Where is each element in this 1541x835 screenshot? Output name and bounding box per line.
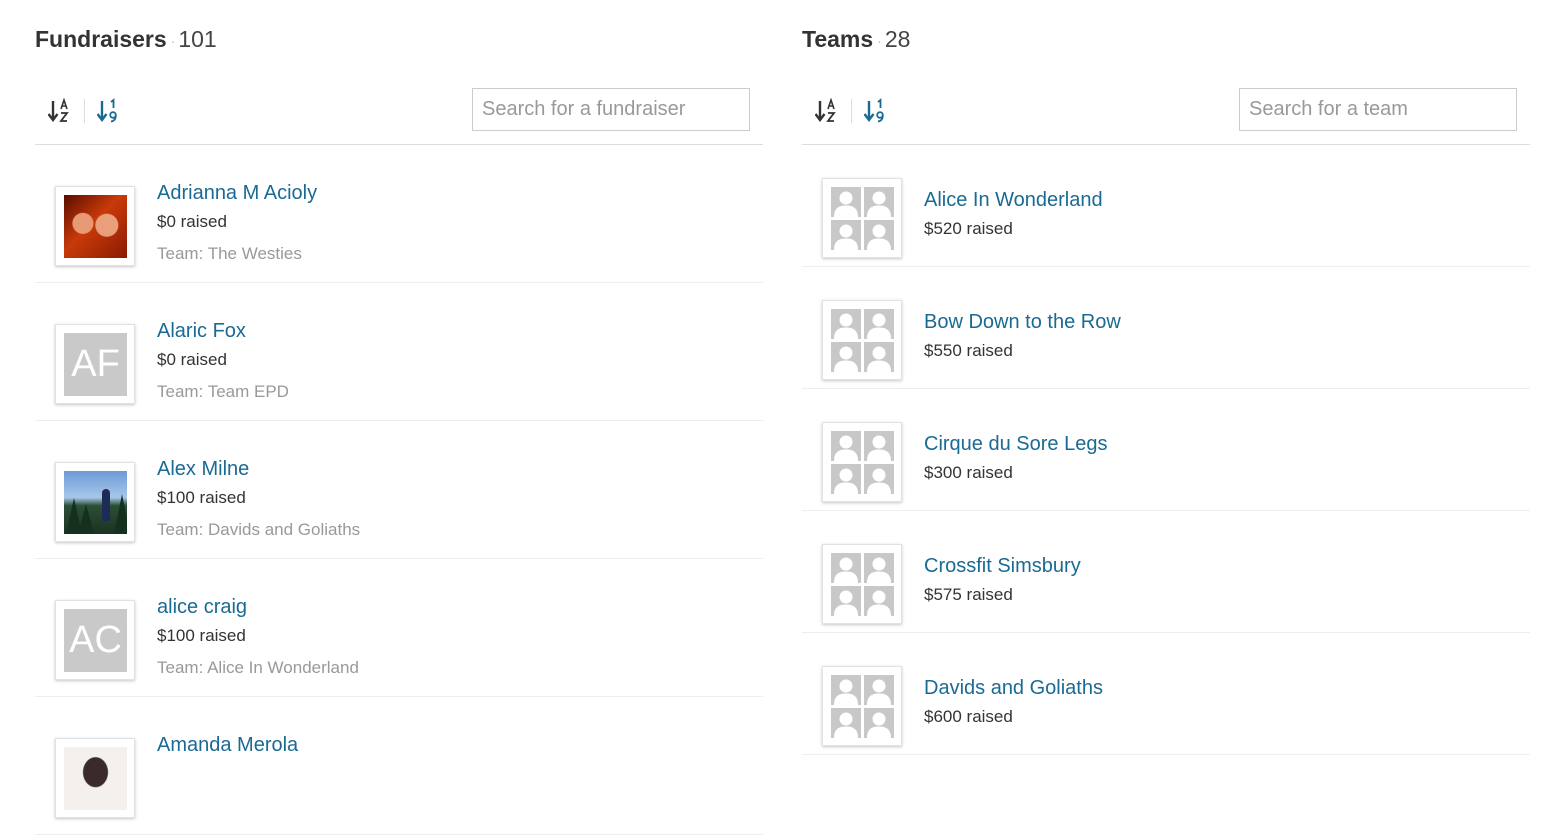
list-item[interactable]: Alice In Wonderland $520 raised [802, 145, 1530, 267]
team-label: Team: Davids and Goliaths [157, 520, 361, 539]
team-label: Team: The Westies [157, 244, 302, 263]
list-item[interactable]: Bow Down to the Row $550 raised [802, 267, 1530, 389]
team-avatar[interactable] [822, 544, 902, 624]
fundraisers-heading: Fundraisers · 101 [35, 26, 217, 54]
team-avatar[interactable] [822, 300, 902, 380]
fundraiser-name-link[interactable]: Alex Milne [157, 456, 360, 482]
sort-divider [84, 99, 85, 123]
team-name-link[interactable]: Bow Down to the Row [924, 309, 1121, 335]
team-avatar[interactable] [822, 666, 902, 746]
amount-raised: $100 raised [157, 626, 246, 645]
team-avatar[interactable] [822, 178, 902, 258]
team-placeholder-icon [831, 431, 894, 494]
amount-raised: $550 raised [924, 341, 1013, 360]
amount-raised: $100 raised [157, 488, 246, 507]
fundraisers-title: Fundraisers [35, 26, 167, 52]
team-search-input[interactable] [1239, 88, 1517, 131]
avatar[interactable] [55, 186, 135, 266]
amount-raised: $0 raised [157, 350, 227, 369]
fundraiser-list: Adrianna M Acioly $0 raised Team: The We… [35, 145, 763, 835]
list-item[interactable]: Davids and Goliaths $600 raised [802, 633, 1530, 755]
fundraisers-count: 101 [178, 26, 217, 52]
fundraiser-search-input[interactable] [472, 88, 750, 131]
list-item[interactable]: AF Alaric Fox $0 raised Team: Team EPD [35, 283, 763, 421]
team-name-link[interactable]: Davids and Goliaths [924, 675, 1103, 701]
fundraiser-name-link[interactable]: alice craig [157, 594, 359, 620]
sort-controls [47, 96, 122, 126]
fundraiser-name-link[interactable]: Amanda Merola [157, 732, 298, 758]
avatar-photo [64, 747, 127, 810]
sort-numeric-icon[interactable] [96, 96, 122, 126]
team-name-link[interactable]: Cirque du Sore Legs [924, 431, 1107, 457]
list-item[interactable]: Cirque du Sore Legs $300 raised [802, 389, 1530, 511]
team-label: Team: Team EPD [157, 382, 289, 401]
teams-toolbar [802, 88, 1530, 132]
team-label: Team: Alice In Wonderland [157, 658, 359, 677]
team-list: Alice In Wonderland $520 raised Bow Down… [802, 145, 1530, 755]
fundraiser-name-link[interactable]: Alaric Fox [157, 318, 289, 344]
sort-alpha-icon[interactable] [814, 96, 840, 126]
amount-raised: $600 raised [924, 707, 1013, 726]
list-item[interactable]: Amanda Merola [35, 697, 763, 835]
avatar-photo [64, 471, 127, 534]
avatar[interactable]: AC [55, 600, 135, 680]
sort-controls [814, 96, 889, 126]
avatar-initials: AC [64, 609, 127, 672]
list-item[interactable]: Alex Milne $100 raised Team: Davids and … [35, 421, 763, 559]
avatar-photo [64, 195, 127, 258]
avatar[interactable]: AF [55, 324, 135, 404]
avatar-initials: AF [64, 333, 127, 396]
sort-numeric-icon[interactable] [863, 96, 889, 126]
team-placeholder-icon [831, 553, 894, 616]
amount-raised: $575 raised [924, 585, 1013, 604]
team-name-link[interactable]: Alice In Wonderland [924, 187, 1103, 213]
teams-heading: Teams · 28 [802, 26, 910, 54]
team-name-link[interactable]: Crossfit Simsbury [924, 553, 1081, 579]
teams-count: 28 [884, 26, 911, 52]
team-avatar[interactable] [822, 422, 902, 502]
heading-separator: · [170, 32, 176, 49]
heading-separator: · [877, 32, 882, 49]
amount-raised: $300 raised [924, 463, 1013, 482]
amount-raised: $0 raised [157, 212, 227, 231]
fundraisers-toolbar [35, 88, 763, 132]
team-placeholder-icon [831, 187, 894, 250]
list-item[interactable]: Crossfit Simsbury $575 raised [802, 511, 1530, 633]
avatar[interactable] [55, 738, 135, 818]
list-item[interactable]: Adrianna M Acioly $0 raised Team: The We… [35, 145, 763, 283]
avatar[interactable] [55, 462, 135, 542]
sort-alpha-icon[interactable] [47, 96, 73, 126]
team-placeholder-icon [831, 675, 894, 738]
teams-title: Teams [802, 26, 874, 52]
list-item[interactable]: AC alice craig $100 raised Team: Alice I… [35, 559, 763, 697]
team-placeholder-icon [831, 309, 894, 372]
sort-divider [851, 99, 852, 123]
fundraiser-name-link[interactable]: Adrianna M Acioly [157, 180, 317, 206]
amount-raised: $520 raised [924, 219, 1013, 238]
